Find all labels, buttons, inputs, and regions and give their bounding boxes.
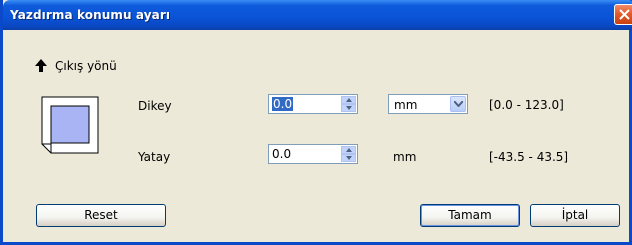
chevron-down-icon — [346, 156, 352, 160]
paper-icon — [41, 96, 99, 154]
close-icon — [619, 9, 630, 20]
horizontal-increment-button[interactable] — [341, 146, 356, 154]
unit-select-value: mm — [394, 98, 418, 112]
output-direction: Çıkış yönü — [34, 58, 117, 74]
title-bar[interactable]: Yazdırma konumu ayarı — [3, 0, 632, 30]
horizontal-unit: mm — [393, 150, 417, 164]
unit-select[interactable]: mm — [388, 94, 468, 114]
dialog-window: Yazdırma konumu ayarı Çıkış yönü Dikey 0… — [0, 0, 632, 245]
unit-dropdown-button[interactable] — [450, 96, 466, 112]
horizontal-spin-buttons[interactable] — [341, 146, 356, 162]
close-button[interactable] — [614, 4, 632, 25]
chevron-up-icon — [346, 148, 352, 152]
vertical-label: Dikey — [138, 99, 172, 113]
horizontal-spinbox[interactable]: 0.0 — [268, 144, 358, 164]
reset-button[interactable]: Reset — [36, 204, 166, 227]
cancel-button[interactable]: İptal — [530, 204, 620, 227]
vertical-range: [0.0 - 123.0] — [489, 98, 564, 112]
horizontal-range: [-43.5 - 43.5] — [489, 150, 569, 164]
chevron-down-icon — [346, 106, 352, 110]
ok-button[interactable]: Tamam — [420, 204, 520, 227]
direction-label: Çıkış yönü — [55, 59, 117, 73]
vertical-decrement-button[interactable] — [341, 104, 356, 112]
horizontal-label: Yatay — [138, 150, 171, 164]
horizontal-value[interactable]: 0.0 — [272, 147, 291, 161]
vertical-value[interactable]: 0.0 — [272, 97, 294, 111]
dialog-body: Çıkış yönü Dikey 0.0 mm [0.0 - 123.0] Ya… — [6, 30, 626, 239]
vertical-spin-buttons[interactable] — [341, 96, 356, 112]
horizontal-decrement-button[interactable] — [341, 154, 356, 162]
vertical-increment-button[interactable] — [341, 96, 356, 104]
arrow-up-icon — [35, 59, 47, 72]
vertical-spinbox[interactable]: 0.0 — [268, 94, 358, 114]
chevron-up-icon — [346, 98, 352, 102]
chevron-down-icon — [454, 101, 463, 107]
window-title: Yazdırma konumu ayarı — [10, 8, 171, 22]
